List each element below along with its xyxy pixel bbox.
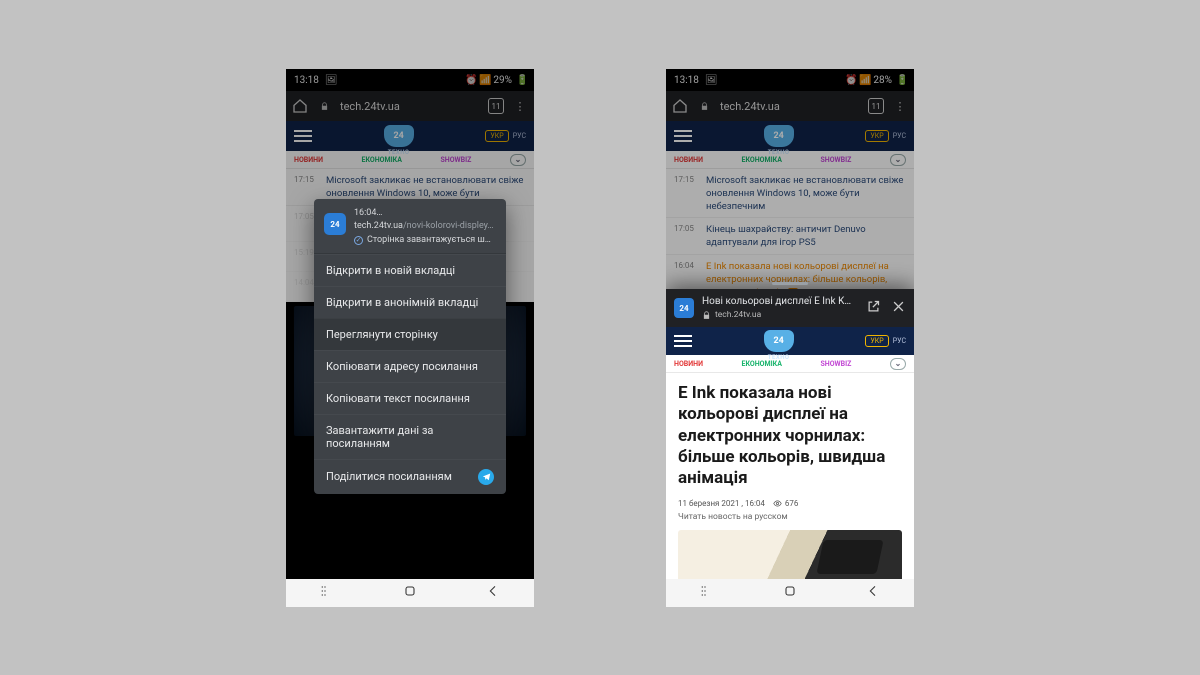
system-nav	[286, 579, 534, 607]
back-nav-icon[interactable]	[485, 583, 501, 603]
site-logo[interactable]: 24	[764, 330, 794, 352]
context-time: 16:04…	[354, 207, 493, 220]
ctx-share-link[interactable]: Поділитися посиланням	[314, 459, 506, 494]
ctx-download-link[interactable]: Завантажити дані за посиланням	[314, 414, 506, 459]
sheet-handle[interactable]	[772, 282, 808, 285]
sheet-site: tech.24tv.ua	[715, 310, 761, 321]
context-loading: Сторінка завантажується ш…	[367, 234, 491, 247]
context-domain: tech.24tv.ua	[354, 221, 403, 231]
tab-showbiz[interactable]: SHOWBIZ	[820, 360, 851, 368]
article-views: 676	[773, 499, 799, 508]
sheet-title: Нові кольорові дисплеї E Ink K…	[702, 295, 858, 308]
context-favicon: 24	[324, 213, 346, 235]
site-header: 24 УКР РУС	[666, 327, 914, 355]
tabs-more-icon[interactable]: ⌄	[890, 358, 906, 370]
lock-icon	[702, 311, 711, 320]
phone-right: 13:18 🖼 ⏰ 📶 28% 🔋 tech.24tv.ua 11 ⋮ 24 У…	[666, 69, 914, 607]
category-tabs: НОВИНИ ЕКОНОМІКА SHOWBIZ ⌄	[666, 355, 914, 373]
recents-icon[interactable]	[319, 583, 335, 603]
context-menu: 24 16:04… tech.24tv.ua/novi-kolorovi-dis…	[314, 199, 506, 494]
ctx-preview-page[interactable]: Переглянути сторінку	[314, 318, 506, 350]
article-headline: E Ink показала нові кольорові дисплеї на…	[678, 383, 902, 489]
preview-sheet: 24 Нові кольорові дисплеї E Ink K… tech.…	[666, 289, 914, 579]
open-external-icon[interactable]	[866, 299, 881, 318]
ctx-open-incognito[interactable]: Відкрити в анонімній вкладці	[314, 286, 506, 318]
system-nav	[666, 579, 914, 607]
eye-icon	[773, 499, 782, 508]
read-russian-link[interactable]: Читать новость на русском	[678, 512, 902, 522]
article-date: 11 березня 2021 , 16:04	[678, 499, 765, 508]
ctx-open-new-tab[interactable]: Відкрити в новій вкладці	[314, 254, 506, 286]
sheet-favicon: 24	[674, 298, 694, 318]
hamburger-icon[interactable]	[674, 335, 692, 347]
home-nav-icon[interactable]	[402, 583, 418, 603]
phone-left: 13:18 🖼 ⏰ 📶 29% 🔋 tech.24tv.ua 11 ⋮ 24 У…	[286, 69, 534, 607]
close-icon[interactable]	[891, 299, 906, 318]
check-icon: ✓	[354, 236, 363, 245]
lang-rus[interactable]: РУС	[893, 337, 906, 345]
article: E Ink показала нові кольорові дисплеї на…	[666, 373, 914, 579]
ctx-copy-link-address[interactable]: Копіювати адресу посилання	[314, 350, 506, 382]
context-menu-header: 24 16:04… tech.24tv.ua/novi-kolorovi-dis…	[314, 199, 506, 254]
recents-icon[interactable]	[699, 583, 715, 603]
back-nav-icon[interactable]	[865, 583, 881, 603]
telegram-icon	[478, 469, 494, 485]
ctx-copy-link-text[interactable]: Копіювати текст посилання	[314, 382, 506, 414]
sheet-header: 24 Нові кольорові дисплеї E Ink K… tech.…	[666, 289, 914, 327]
context-path: /novi-kolorovi-displey…	[403, 221, 494, 231]
home-nav-icon[interactable]	[782, 583, 798, 603]
tab-novyny[interactable]: НОВИНИ	[674, 360, 703, 368]
lang-ukr[interactable]: УКР	[865, 335, 888, 347]
article-thumbnail	[678, 530, 902, 579]
